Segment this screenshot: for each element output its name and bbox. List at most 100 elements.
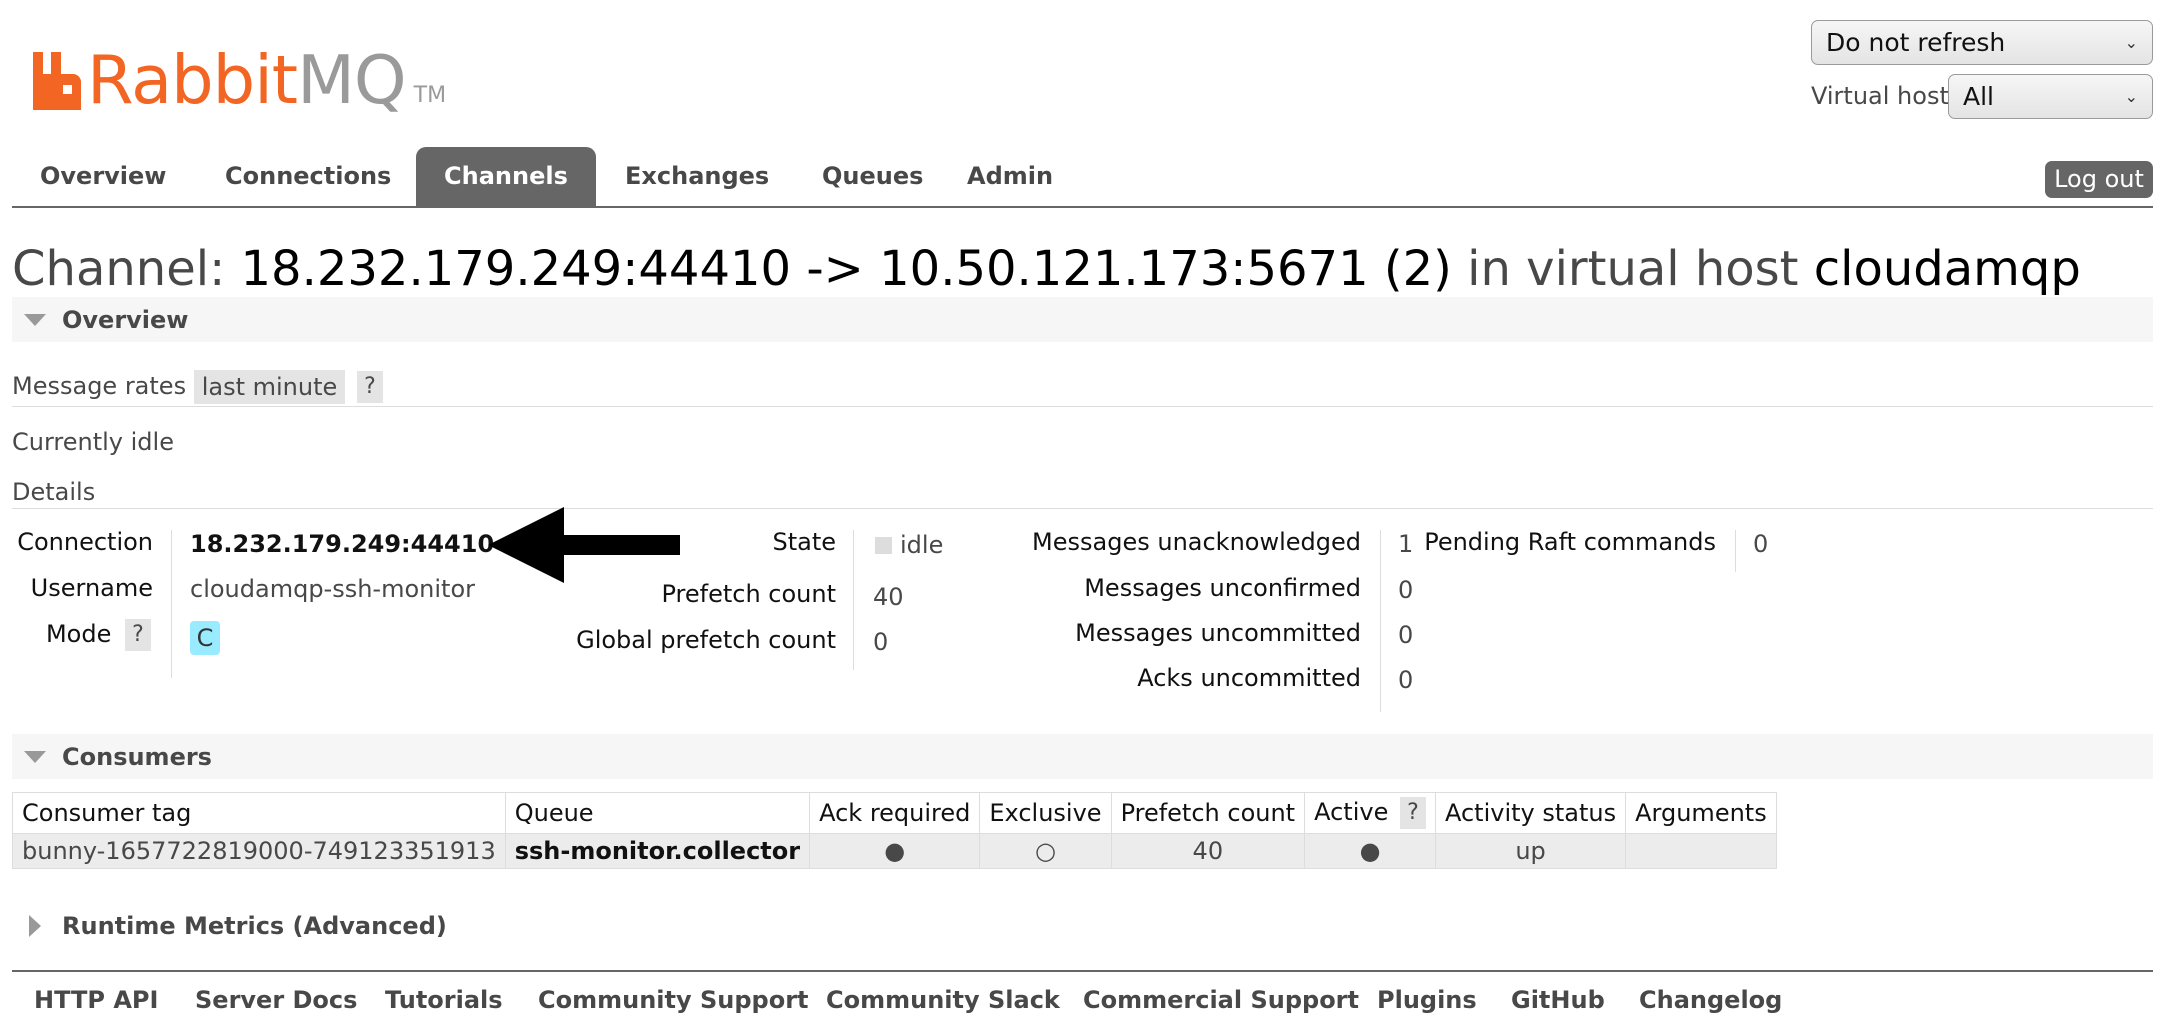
message-rates-help[interactable]: ? [356,371,383,403]
state-label: State [772,528,836,556]
global-prefetch-count-value: 0 [873,628,889,656]
column-header-consumer-tag: Consumer tag [12,792,506,834]
triangle-right-icon [29,914,41,937]
logo-text-mq: MQ [297,41,407,119]
message-rates-period[interactable]: last minute [193,370,346,404]
refresh-select-value: Do not refresh [1826,28,2006,57]
mode-badge: C [190,621,220,655]
title-middle: in virtual host [1467,241,1799,297]
messages-uncommitted-label: Messages uncommitted [1075,619,1361,647]
details-heading: Details [12,478,96,506]
overview-section-toggle[interactable]: Overview [12,297,2153,342]
tab-channels[interactable]: Channels [416,147,596,206]
exclusive-cell: ○ [979,833,1112,869]
message-rates-row: Message rates last minute ? [12,370,383,404]
column-header-queue: Queue [504,792,811,834]
ack-required-cell: ● [809,833,981,869]
page-title: Channel: 18.232.179.249:44410 -> 10.50.1… [12,240,2081,298]
acks-uncommitted-label: Acks uncommitted [1137,664,1361,692]
messages-uncommitted-value: 0 [1398,621,1414,649]
page: Rabbit MQ TM Do not refresh ⌄ Virtual host… [0,0,2164,1036]
consumers-section-title: Consumers [62,742,212,771]
overview-section-title: Overview [62,305,189,334]
currently-idle-text: Currently idle [12,428,174,456]
virtual-host-label: Virtual host [1811,82,1949,110]
footer-link-tutorials[interactable]: Tutorials [385,986,503,1014]
consumers-section-toggle[interactable]: Consumers [12,734,2153,779]
column-header-prefetch-count: Prefetch count [1110,792,1306,834]
rabbitmq-logo[interactable]: Rabbit MQ TM [33,40,447,119]
footer-divider [12,970,2153,972]
username-value: cloudamqp-ssh-monitor [190,575,475,603]
consumers-table: Consumer tag Queue Ack required Exclusiv… [12,792,1777,869]
consumer-tag-cell: bunny-1657722819000-749123351913 [12,833,506,869]
pending-raft-commands-label: Pending Raft commands [1424,528,1716,556]
state-indicator [875,537,892,554]
table-header-row: Consumer tag Queue Ack required Exclusiv… [12,792,1777,834]
tab-admin[interactable]: Admin [939,147,1081,206]
messages-unconfirmed-label: Messages unconfirmed [1084,574,1361,602]
footer-link-http-api[interactable]: HTTP API [34,986,158,1014]
mode-label-row: Mode ? [46,619,151,651]
column-header-exclusive: Exclusive [979,792,1112,834]
prefetch-count-cell: 40 [1110,833,1306,869]
column-divider [171,530,172,678]
triangle-down-icon [24,313,46,326]
tab-overview[interactable]: Overview [12,147,194,206]
arrow-left-icon [488,507,680,583]
column-header-arguments: Arguments [1625,792,1777,834]
username-label: Username [30,574,153,602]
divider [12,508,2153,509]
title-vhost: cloudamqp [1813,241,2081,297]
messages-unacknowledged-label: Messages unacknowledged [1032,528,1361,556]
prefetch-count-value: 40 [873,583,904,611]
main-nav: Overview Connections Channels Exchanges … [12,147,2153,208]
pending-raft-commands-value: 0 [1753,530,1769,558]
footer-link-plugins[interactable]: Plugins [1377,986,1477,1014]
virtual-host-select[interactable]: All ⌄ [1948,74,2153,119]
column-header-activity-status: Activity status [1434,792,1627,834]
title-prefix: Channel: [12,241,226,297]
messages-unconfirmed-value: 0 [1398,576,1414,604]
table-row: bunny-1657722819000-749123351913 ssh-mon… [12,833,1777,869]
runtime-metrics-section-title: Runtime Metrics (Advanced) [62,911,447,940]
triangle-down-icon [24,750,46,763]
footer-link-changelog[interactable]: Changelog [1639,986,1782,1014]
mode-label: Mode [45,620,112,648]
column-header-ack-required: Ack required [809,792,981,834]
refresh-select[interactable]: Do not refresh ⌄ [1811,20,2153,65]
rabbitmq-logo-icon [33,52,81,110]
queue-link[interactable]: ssh-monitor.collector [504,833,811,869]
tab-exchanges[interactable]: Exchanges [597,147,797,206]
connection-label: Connection [17,528,153,556]
arguments-cell [1625,833,1777,869]
column-header-active: Active ? [1304,792,1436,834]
acks-uncommitted-value: 0 [1398,666,1414,694]
runtime-metrics-section-toggle[interactable]: Runtime Metrics (Advanced) [12,903,2153,948]
footer-link-commercial-support[interactable]: Commercial Support [1083,986,1359,1014]
logo-trademark: TM [413,83,447,108]
logout-button[interactable]: Log out [2045,161,2153,198]
footer-link-server-docs[interactable]: Server Docs [195,986,357,1014]
column-divider [1380,530,1381,712]
state-value: idle [900,531,944,559]
active-header-label: Active [1314,798,1389,826]
tab-queues[interactable]: Queues [794,147,951,206]
footer-link-github[interactable]: GitHub [1511,986,1605,1014]
divider [12,406,2153,407]
connection-link[interactable]: 18.232.179.249:44410 [190,530,494,558]
virtual-host-select-value: All [1963,82,1994,111]
active-help[interactable]: ? [1399,797,1426,829]
column-divider [853,530,854,670]
tab-connections[interactable]: Connections [197,147,419,206]
footer-link-community-support[interactable]: Community Support [538,986,809,1014]
footer-link-community-slack[interactable]: Community Slack [826,986,1060,1014]
active-cell: ● [1304,833,1436,869]
logo-text-rabbit: Rabbit [87,41,298,119]
chevron-down-icon: ⌄ [2124,87,2138,106]
global-prefetch-count-label: Global prefetch count [576,626,836,654]
messages-unacknowledged-value: 1 [1398,530,1414,558]
column-divider [1735,530,1736,572]
prefetch-count-label: Prefetch count [661,580,836,608]
mode-help[interactable]: ? [125,619,151,651]
